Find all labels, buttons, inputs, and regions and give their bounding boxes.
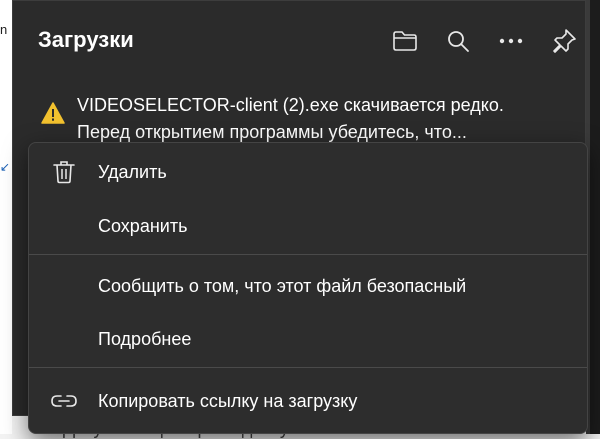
more-options-button[interactable] — [495, 25, 527, 57]
menu-item-delete[interactable]: Удалить — [29, 149, 587, 195]
background-page-left: n ↙ — [0, 0, 12, 434]
menu-item-label: Копировать ссылку на загрузку — [98, 390, 358, 411]
search-downloads-button[interactable] — [442, 25, 474, 57]
menu-item-copy-link[interactable]: Копировать ссылку на загрузку — [29, 378, 587, 424]
link-icon — [51, 388, 77, 414]
menu-item-label: Сообщить о том, что этот файл безопасный — [98, 275, 467, 296]
warning-icon — [41, 102, 65, 124]
menu-item-learn-more[interactable]: Подробнее — [29, 316, 587, 362]
menu-item-label: Подробнее — [98, 328, 192, 349]
trash-icon — [51, 159, 77, 185]
pin-icon — [553, 29, 576, 53]
background-page-right — [586, 0, 600, 434]
search-icon — [448, 31, 469, 52]
warning-message: VIDEOSELECTOR-client (2).exe скачивается… — [77, 92, 504, 146]
flyout-header: Загрузки — [13, 1, 585, 81]
menu-divider — [29, 367, 587, 368]
menu-item-keep[interactable]: Сохранить — [29, 203, 587, 249]
menu-divider — [29, 254, 587, 255]
menu-item-label: Удалить — [98, 161, 167, 182]
background-arrow-icon: ↙ — [0, 160, 11, 174]
download-warning-item[interactable]: VIDEOSELECTOR-client (2).exe скачивается… — [13, 86, 585, 146]
open-downloads-folder-button[interactable] — [389, 25, 421, 57]
pin-flyout-button[interactable] — [548, 25, 580, 57]
flyout-title: Загрузки — [38, 27, 134, 52]
menu-item-report-safe[interactable]: Сообщить о том, что этот файл безопасный — [29, 263, 587, 309]
warning-line-1: VIDEOSELECTOR-client (2).exe скачивается… — [77, 95, 504, 115]
folder-icon — [393, 31, 417, 51]
menu-item-label: Сохранить — [98, 215, 188, 236]
more-icon — [499, 38, 523, 44]
download-context-menu: Удалить Сохранить Сообщить о том, что эт… — [28, 142, 588, 434]
background-text-fragment: n — [0, 22, 8, 37]
